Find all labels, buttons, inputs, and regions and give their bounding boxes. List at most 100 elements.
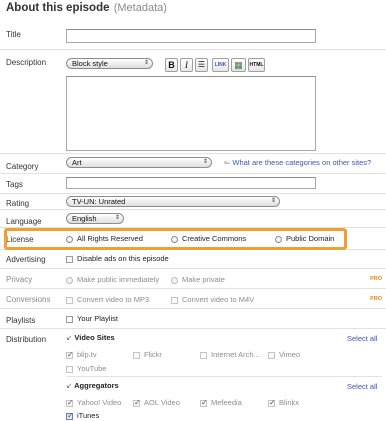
site-vimeo-checkbox[interactable]: Vimeo [268,350,300,359]
tags-input[interactable] [66,177,316,189]
site-label: Flickr [144,350,162,359]
distribution-section: Distribution [0,329,386,421]
category-hint-text: What are these categories on other sites… [232,158,372,167]
checkbox-icon[interactable] [133,351,140,359]
video-sites-title: Video Sites [74,333,115,342]
italic-button[interactable]: I [180,58,193,72]
radio-icon[interactable] [171,276,178,284]
section-header: About this episode (Metadata) [6,2,382,19]
rating-value: TV-UN: Unrated [72,197,126,206]
site-label: YouTube [77,364,107,373]
title-label: Title [6,30,21,39]
site-bliptv-checkbox[interactable]: blip.tv [66,350,97,359]
description-label: Description [6,58,47,67]
collapse-arrow-icon: ↙ [66,381,73,390]
language-select[interactable]: English ⇕ [66,213,124,224]
agg-itunes-checkbox[interactable]: iTunes [66,411,99,420]
disable-ads-checkbox[interactable]: Disable ads on this episode [66,254,169,263]
convert-m4v-label: Convert video to M4V [182,295,255,304]
playlists-label: Playlists [6,316,36,325]
video-sites-select-all[interactable]: Select all [347,334,377,343]
divider [66,376,382,377]
agg-mefeedia-checkbox[interactable]: Mefeedia [200,398,242,407]
advertising-label: Advertising [6,255,46,264]
convert-mp3-label: Convert video to MP3 [77,295,150,304]
page-title: About this episode [6,2,110,14]
select-arrows-icon: ⇕ [202,159,208,165]
pro-badge: PRO [370,276,382,282]
language-row: Language [0,210,386,228]
language-value: English [72,214,97,223]
conversions-label: Conversions [6,295,51,304]
checkbox-icon[interactable] [66,365,73,373]
bold-button[interactable]: B [165,58,178,72]
category-hint-link[interactable]: ⇐ What are these categories on other sit… [224,158,371,167]
image-button[interactable]: ▦ [231,58,246,72]
convert-m4v-checkbox[interactable]: Convert video to M4V [171,295,254,304]
aggregators-select-all[interactable]: Select all [347,382,377,391]
agg-yahoo-checkbox[interactable]: Yahoo! Video [66,398,121,407]
checkbox-icon[interactable] [66,296,73,304]
language-label: Language [6,217,42,226]
make-private-label: Make private [182,275,225,284]
your-playlist-label: Your Playlist [77,314,118,323]
agg-blinkx-checkbox[interactable]: Blinkx [268,398,299,407]
checkbox-icon[interactable] [268,398,276,407]
description-style-value: Block style [72,59,108,68]
select-arrows-icon: ⇕ [114,215,120,221]
checkbox-icon[interactable] [171,296,178,304]
checkbox-icon[interactable] [200,398,208,407]
checkbox-icon[interactable] [66,350,74,359]
disable-ads-label: Disable ads on this episode [77,254,169,263]
site-internet-archive-checkbox[interactable]: Internet Arch... [200,350,260,359]
aggregators-heading[interactable]: ↙ Aggregators [66,381,119,390]
agg-label: AOL Video [144,398,180,407]
video-sites-heading[interactable]: ↙ Video Sites [66,333,115,342]
site-label: blip.tv [77,350,97,359]
checkbox-icon[interactable] [133,398,141,407]
pro-badge: PRO [370,296,382,302]
make-public-label: Make public immediately [77,275,160,284]
list-button[interactable]: ☰ [195,58,208,72]
license-highlight [4,228,347,250]
tags-row: Tags [0,175,386,194]
checkbox-icon[interactable] [66,411,74,420]
distribution-label: Distribution [6,335,47,344]
collapse-arrow-icon: ↙ [66,333,73,342]
checkbox-icon[interactable] [66,255,73,263]
category-select[interactable]: Art ⇕ [66,157,212,168]
title-input[interactable] [66,29,316,43]
site-youtube-checkbox[interactable]: YouTube [66,364,106,373]
title-row: Title [0,19,386,50]
link-button[interactable]: LINK [212,58,229,72]
description-textarea[interactable] [66,76,316,151]
agg-label: Blinkx [279,398,300,407]
convert-mp3-checkbox[interactable]: Convert video to MP3 [66,295,149,304]
agg-aol-checkbox[interactable]: AOL Video [133,398,180,407]
playlists-row: Playlists [0,309,386,329]
agg-label: Mefeedia [211,398,242,407]
description-style-select[interactable]: Block style ⇕ [66,58,153,69]
select-arrows-icon: ⇕ [270,198,276,204]
site-flickr-checkbox[interactable]: Flickr [133,350,162,359]
category-label: Category [6,162,39,171]
privacy-label: Privacy [6,275,33,284]
arrow-left-icon: ⇐ [224,158,231,167]
agg-label: iTunes [77,411,100,420]
select-arrows-icon: ⇕ [143,60,149,66]
make-private-radio[interactable]: Make private [171,275,225,284]
checkbox-icon[interactable] [268,351,275,359]
site-label: Vimeo [279,350,301,359]
rating-select[interactable]: TV-UN: Unrated ⇕ [66,196,280,207]
checkbox-icon[interactable] [66,315,73,323]
radio-icon[interactable] [66,276,73,284]
checkbox-icon[interactable] [200,351,207,359]
agg-label: Yahoo! Video [77,398,122,407]
tags-label: Tags [6,180,23,189]
aggregators-title: Aggregators [74,381,119,390]
advertising-row: Advertising [0,250,386,269]
your-playlist-checkbox[interactable]: Your Playlist [66,314,118,323]
html-button[interactable]: HTML [248,58,265,72]
make-public-radio[interactable]: Make public immediately [66,275,159,284]
checkbox-icon[interactable] [66,398,74,407]
